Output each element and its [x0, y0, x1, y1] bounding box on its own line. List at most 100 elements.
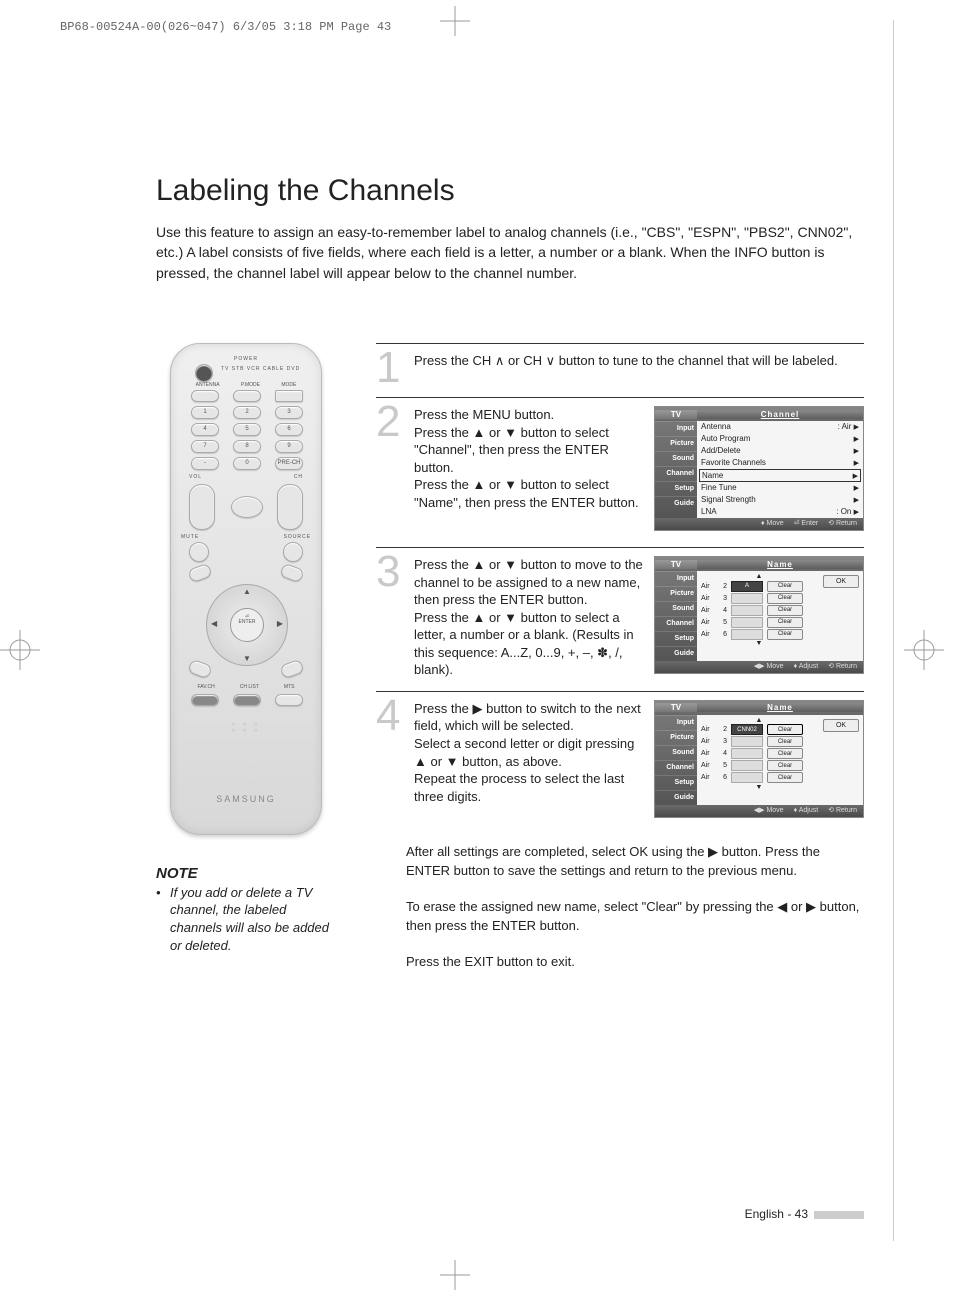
step-4: 4 Press the ▶ button to switch to the ne… [376, 691, 864, 834]
mute-button[interactable] [189, 542, 209, 562]
power-button[interactable] [195, 364, 213, 382]
ok-button[interactable]: OK [823, 575, 859, 588]
step-text: Press the ▲ or ▼ button to move to the c… [414, 556, 646, 679]
pmode-button[interactable] [233, 390, 261, 402]
source-label: SOURCE [284, 534, 311, 540]
info-button[interactable] [279, 563, 304, 584]
exit-area-button-left[interactable] [187, 659, 212, 680]
osd-sidebar: InputPictureSoundChannelSetupGuide [655, 715, 697, 805]
osd-side-guide: Guide [655, 496, 697, 511]
name-field[interactable] [731, 605, 763, 616]
name-field[interactable] [731, 629, 763, 640]
name-field[interactable]: A [731, 581, 763, 592]
num-0-button[interactable]: 0 [233, 457, 261, 470]
num-9-button[interactable]: 9 [275, 440, 303, 453]
ok-button[interactable]: OK [823, 719, 859, 732]
num-7-button[interactable]: 7 [191, 440, 219, 453]
osd-name-row-4: Air4 Clear [701, 748, 817, 760]
mts-button[interactable] [275, 694, 303, 706]
num-2-button[interactable]: 2 [233, 406, 261, 419]
name-field[interactable] [731, 617, 763, 628]
clear-button[interactable]: Clear [767, 617, 803, 628]
page-footer: English - 43 [745, 1207, 864, 1221]
osd-side-picture: Picture [655, 436, 697, 451]
osd-side-picture: Picture [655, 730, 697, 745]
osd-side-input: Input [655, 421, 697, 436]
osd-row-name: Name ▶ [699, 469, 861, 482]
mode-button[interactable] [275, 390, 303, 402]
step-3: 3 Press the ▲ or ▼ button to move to the… [376, 547, 864, 691]
vol-rocker[interactable] [189, 484, 215, 530]
osd-name-row-5: Air5 Clear [701, 760, 817, 772]
osd-side-guide: Guide [655, 790, 697, 805]
remote-brand: SAMSUNG [171, 794, 321, 804]
remote-device-row: TV STB VCR CABLE DVD [221, 366, 311, 372]
name-field[interactable] [731, 760, 763, 771]
osd-name-row-2: Air2 A Clear [701, 580, 817, 592]
osd-name-row-2: Air2 CNN02 Clear [701, 724, 817, 736]
step-1: 1 Press the CH ∧ or CH ∨ button to tune … [376, 343, 864, 397]
name-field[interactable] [731, 772, 763, 783]
step-text: Press the CH ∧ or CH ∨ button to tune to… [414, 352, 864, 385]
name-field[interactable] [731, 593, 763, 604]
antenna-button[interactable] [191, 390, 219, 402]
footer-bar [814, 1211, 864, 1219]
num---button[interactable]: - [191, 457, 219, 470]
page-title: Labeling the Channels [156, 174, 864, 208]
clear-button[interactable]: Clear [767, 593, 803, 604]
num-3-button[interactable]: 3 [275, 406, 303, 419]
mode-label: MODE [281, 382, 296, 388]
osd-side-sound: Sound [655, 745, 697, 760]
osd-sidebar: InputPictureSoundChannelSetupGuide [655, 571, 697, 661]
num-PRE-CH-button[interactable]: PRE-CH [275, 457, 303, 470]
favch-button[interactable] [191, 694, 219, 706]
name-field[interactable] [731, 736, 763, 747]
osd-side-setup: Setup [655, 481, 697, 496]
osd-side-channel: Channel [655, 466, 697, 481]
source-button[interactable] [283, 542, 303, 562]
num-6-button[interactable]: 6 [275, 423, 303, 436]
menu-button[interactable] [187, 563, 212, 584]
osd-name-row-6: Air6 Clear [701, 772, 817, 784]
content-area: Labeling the Channels Use this feature t… [156, 174, 864, 987]
enter-button[interactable]: ⏎ENTER [230, 608, 264, 642]
step-number: 1 [376, 350, 406, 385]
left-column: POWER TV STB VCR CABLE DVD ANTENNAP.MODE… [156, 343, 336, 988]
exit-button[interactable] [279, 659, 304, 680]
clear-button[interactable]: Clear [767, 760, 803, 771]
after-para-3: Press the EXIT button to exit. [406, 952, 864, 972]
osd-side-input: Input [655, 715, 697, 730]
name-field[interactable] [731, 748, 763, 759]
ch-label: CH [294, 474, 303, 480]
name-field[interactable]: CNN02 [731, 724, 763, 735]
step-number: 4 [376, 698, 406, 822]
step-text: Press the MENU button.Press the ▲ or ▼ b… [414, 406, 646, 535]
chlist-button[interactable] [233, 694, 261, 706]
osd-row-antenna: Antenna: Air ▶ [697, 421, 863, 433]
step-2: 2 Press the MENU button.Press the ▲ or ▼… [376, 397, 864, 547]
clear-button[interactable]: Clear [767, 581, 803, 592]
manual-page: BP68-00524A-00(026~047) 6/3/05 3:18 PM P… [0, 0, 954, 1301]
osd-row-add/delete: Add/Delete ▶ [697, 445, 863, 457]
center-oval-button[interactable] [231, 496, 263, 518]
step-text: Press the ▶ button to switch to the next… [414, 700, 646, 822]
clear-button[interactable]: Clear [767, 772, 803, 783]
num-4-button[interactable]: 4 [191, 423, 219, 436]
after-para-2: To erase the assigned new name, select "… [406, 897, 864, 936]
osd-name-row-3: Air3 Clear [701, 736, 817, 748]
pmode-label: P.MODE [241, 382, 260, 388]
osd-name-menu: TVName InputPictureSoundChannelSetupGuid… [654, 700, 864, 818]
clear-button[interactable]: Clear [767, 629, 803, 640]
ch-rocker[interactable] [277, 484, 303, 530]
num-5-button[interactable]: 5 [233, 423, 261, 436]
dpad[interactable]: ▲ ▼ ◀ ▶ ⏎ENTER [206, 584, 288, 666]
num-8-button[interactable]: 8 [233, 440, 261, 453]
osd-row-lna: LNA: On ▶ [697, 506, 863, 518]
clear-button[interactable]: Clear [767, 724, 803, 735]
intro-paragraph: Use this feature to assign an easy-to-re… [156, 222, 864, 283]
clear-button[interactable]: Clear [767, 605, 803, 616]
clear-button[interactable]: Clear [767, 748, 803, 759]
clear-button[interactable]: Clear [767, 736, 803, 747]
osd-side-sound: Sound [655, 601, 697, 616]
num-1-button[interactable]: 1 [191, 406, 219, 419]
